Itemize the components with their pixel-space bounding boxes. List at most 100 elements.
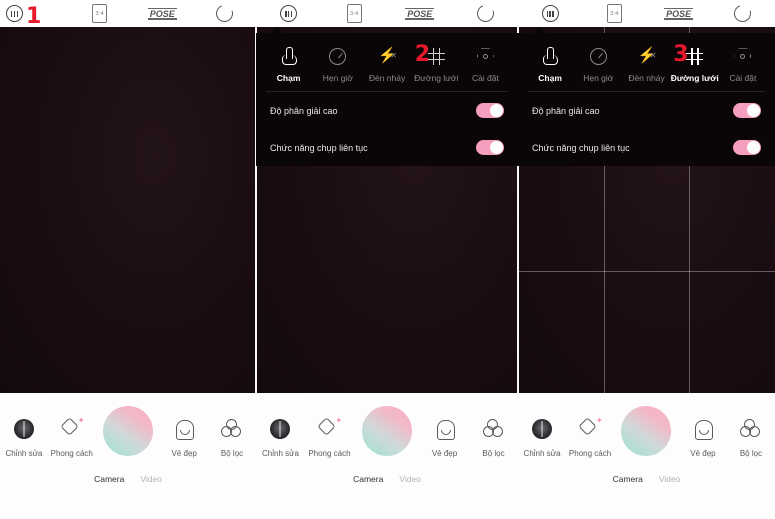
step-marker-2: 2 [414,42,431,67]
tool-label-filter: Bộ lọc [220,449,244,458]
tool-edit-1[interactable]: Chỉnh sửa [0,416,48,458]
aspect-ratio-icon: 3:4 [346,4,362,23]
filter-circles-icon [739,416,762,442]
dropdown-row-high-resolution-3[interactable]: Độ phân giải cao [518,92,775,129]
tool-label-style: Phong cách [50,449,93,458]
aspect-ratio-button-1[interactable]: 3:4 [69,4,132,23]
dropdown-label-timer: Hẹn giờ [322,73,353,83]
gallery-thumbnail-icon [270,416,291,442]
flip-camera-button-1[interactable] [194,2,257,25]
tool-label-edit: Chỉnh sửa [262,449,299,458]
mode-video[interactable]: Video [140,474,162,484]
high-resolution-label: Độ phân giải cao [270,105,338,116]
dropdown-item-grid-2[interactable]: 2 Đường lưới [412,44,461,84]
dropdown-label-grid: Đường lưới [414,73,459,83]
dropdown-icon-row-2: Chạm Hẹn giờ ⚡ ✕ Đèn nháy 2 Đường lưới C… [256,39,518,91]
dropdown-item-settings-3[interactable]: Cài đặt [719,45,767,83]
tool-edit-3[interactable]: Chỉnh sửa [518,416,566,458]
pose-button-1[interactable]: POSE [131,7,194,20]
aspect-ratio-icon: 3:4 [606,4,622,23]
beauty-face-icon [435,416,455,442]
flip-camera-button-3[interactable] [711,2,775,25]
top-icon-bar-1: 1 3:4 POSE [0,0,257,28]
flip-camera-icon [473,2,497,25]
tool-label-edit: Chỉnh sửa [5,449,43,458]
flip-camera-icon [213,2,237,25]
aspect-ratio-button-2[interactable]: 3:4 [322,4,388,23]
tool-filter-2[interactable]: Bộ lọc [469,416,518,458]
gallery-thumbnail-icon [13,416,34,442]
tool-row-3: Chỉnh sửa ✦ Phong cách Vẻ đẹp Bộ lọc [518,406,775,459]
dropdown-row-burst-2[interactable]: Chức năng chụp liên tục [256,129,518,166]
dropdown-item-timer-3[interactable]: Hẹn giờ [574,45,622,83]
burst-shot-toggle[interactable] [476,140,504,155]
tool-beauty-3[interactable]: Vẻ đẹp [679,416,727,458]
timer-icon [589,45,607,67]
more-options-button-1[interactable]: 1 [0,5,69,28]
shutter-button[interactable] [614,406,679,456]
pose-button-2[interactable]: POSE [387,7,453,20]
settings-dropdown-2: Chạm Hẹn giờ ⚡ ✕ Đèn nháy 2 Đường lưới C… [256,27,518,166]
dropdown-item-touch-3[interactable]: Chạm [526,45,574,83]
grid-lines-icon: 3 [673,44,704,67]
step-marker-1: 1 [26,4,42,29]
mode-switcher-2: Camera Video [256,474,518,484]
dropdown-item-touch-2[interactable]: Chạm [264,45,313,83]
dropdown-icon-row-3: Chạm Hẹn giờ ⚡ ✕ Đèn nháy 3 Đường lưới C… [518,39,775,91]
bottom-bar-3: Chỉnh sửa ✦ Phong cách Vẻ đẹp Bộ lọc Cam… [518,393,775,519]
camera-preview-2[interactable]: Chạm Hẹn giờ ⚡ ✕ Đèn nháy 2 Đường lưới C… [256,27,518,393]
dropdown-label-touch: Chạm [538,73,562,83]
tool-filter-3[interactable]: Bộ lọc [727,416,775,458]
dropdown-item-timer-2[interactable]: Hẹn giờ [313,45,362,83]
tool-beauty-1[interactable]: Vẻ đẹp [160,416,208,458]
touch-shutter-icon [543,45,559,67]
tool-beauty-2[interactable]: Vẻ đẹp [420,416,469,458]
timer-icon [329,45,347,67]
flip-camera-button-2[interactable] [453,2,519,25]
gallery-thumbnail-icon [532,416,553,442]
tool-row-2: Chỉnh sửa ✦ Phong cách Vẻ đẹp Bộ lọc [256,406,518,459]
camera-preview-1[interactable] [0,27,256,393]
high-resolution-toggle[interactable] [733,103,761,118]
aspect-ratio-button-3[interactable]: 3:4 [582,4,646,23]
dropdown-row-high-resolution-2[interactable]: Độ phân giải cao [256,92,518,129]
grid-lines-icon: 2 [415,44,445,67]
camera-preview-3[interactable]: Chạm Hẹn giờ ⚡ ✕ Đèn nháy 3 Đường lưới C… [518,27,775,393]
dropdown-item-grid-3[interactable]: 3 Đường lưới [671,44,719,84]
top-icon-bar-3: 3:4 POSE [518,0,775,27]
tool-label-filter: Bộ lọc [739,449,763,458]
tool-style-2[interactable]: ✦ Phong cách [305,416,354,459]
mode-camera[interactable]: Camera [353,474,383,484]
beauty-face-icon [693,416,713,442]
mode-video[interactable]: Video [659,474,681,484]
tool-style-3[interactable]: ✦ Phong cách [566,416,614,459]
dropdown-item-flash-2[interactable]: ⚡ ✕ Đèn nháy [362,45,411,83]
more-options-button-2[interactable] [256,5,322,22]
shutter-button[interactable] [354,406,420,456]
tool-style-1[interactable]: ✦ Phong cách [48,416,96,459]
high-resolution-toggle[interactable] [476,103,504,118]
dropdown-label-settings: Cài đặt [729,73,757,83]
mode-camera[interactable]: Camera [94,474,124,484]
filter-circles-icon [482,416,505,442]
mode-switcher-3: Camera Video [518,474,775,484]
dropdown-item-settings-2[interactable]: Cài đặt [461,45,510,83]
more-options-button-3[interactable] [518,5,582,22]
dropdown-row-burst-3[interactable]: Chức năng chụp liên tục [518,129,775,166]
pose-button-3[interactable]: POSE [647,7,711,20]
pose-icon: POSE [147,7,177,20]
shutter-button[interactable] [96,406,161,456]
mode-video[interactable]: Video [399,474,421,484]
settings-icon [734,45,752,67]
burst-shot-toggle[interactable] [733,140,761,155]
tool-filter-1[interactable]: Bộ lọc [208,416,256,458]
settings-dropdown-3: Chạm Hẹn giờ ⚡ ✕ Đèn nháy 3 Đường lưới C… [518,27,775,166]
tool-edit-2[interactable]: Chỉnh sửa [256,416,305,458]
beauty-face-icon [174,416,195,442]
dropdown-label-timer: Hẹn giờ [583,73,614,83]
settings-icon [476,45,494,67]
tool-label-beauty: Vẻ đẹp [171,449,197,458]
dropdown-label-flash: Đèn nháy [368,73,406,83]
mode-camera[interactable]: Camera [613,474,643,484]
dropdown-item-flash-3[interactable]: ⚡ ✕ Đèn nháy [622,45,670,83]
